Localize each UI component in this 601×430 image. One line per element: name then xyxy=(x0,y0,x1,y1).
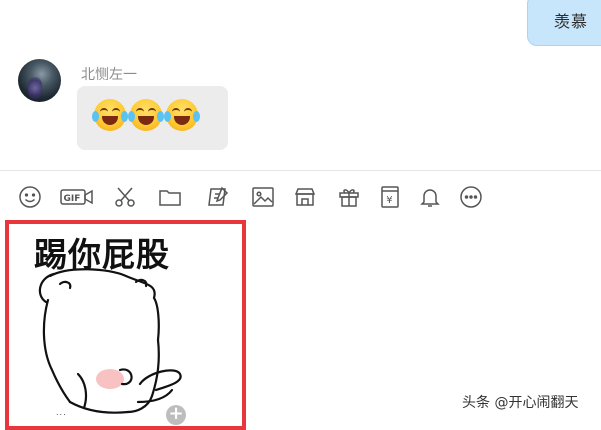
bell-icon xyxy=(420,189,440,207)
red-packet-icon: ¥ xyxy=(381,186,399,208)
more-button[interactable] xyxy=(458,184,484,210)
sender-avatar[interactable] xyxy=(18,59,61,102)
folder-icon xyxy=(159,190,181,206)
doc-button[interactable] xyxy=(205,184,231,210)
notification-button[interactable] xyxy=(417,184,443,210)
sender-name: 北恻左一 xyxy=(81,67,137,83)
file-button[interactable] xyxy=(157,184,183,210)
sticker-caption: ... xyxy=(56,408,67,417)
incoming-emoji-row xyxy=(92,99,200,135)
tears-of-joy-emoji-icon xyxy=(92,99,128,131)
add-sticker-button[interactable]: + xyxy=(166,405,186,425)
plus-icon: + xyxy=(168,403,184,424)
image-icon xyxy=(252,187,274,207)
tears-of-joy-emoji-icon xyxy=(164,99,200,131)
smiley-icon xyxy=(19,186,41,208)
tears-of-joy-emoji-icon xyxy=(128,99,164,131)
watermark-text: 头条 @开心闹翻天 xyxy=(462,395,579,411)
screenshot-button[interactable] xyxy=(112,184,138,210)
gift-icon xyxy=(339,189,359,207)
input-divider xyxy=(0,170,601,171)
image-button[interactable] xyxy=(250,184,276,210)
input-toolbar: GIF ¥ xyxy=(0,176,601,216)
emoji-button[interactable] xyxy=(17,184,43,210)
gif-button[interactable]: GIF xyxy=(60,184,94,210)
shop-button[interactable] xyxy=(292,184,318,210)
red-packet-button[interactable]: ¥ xyxy=(377,184,403,210)
gif-icon: GIF xyxy=(60,189,93,205)
kicking-bear-sticker-image xyxy=(38,268,182,414)
yen-label: ¥ xyxy=(386,195,392,206)
gif-label: GIF xyxy=(64,194,81,204)
scissors-icon xyxy=(115,187,135,207)
gift-button[interactable] xyxy=(336,184,362,210)
outgoing-message-text: 羡慕 xyxy=(554,12,589,31)
document-edit-icon xyxy=(208,186,229,206)
message-area: 羡慕 北恻左一 xyxy=(0,0,601,170)
shop-icon xyxy=(294,188,316,206)
more-icon xyxy=(460,186,482,208)
